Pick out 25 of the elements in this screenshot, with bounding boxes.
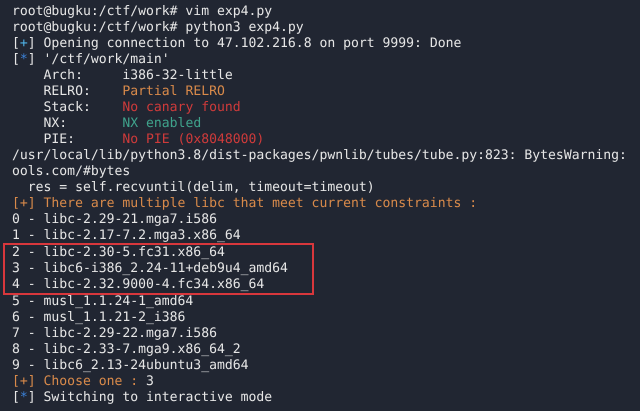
terminal-line: 1 - libc-2.17-7.2.mga3.x86_64	[12, 228, 241, 244]
terminal-line: [+] There are multiple libc that meet current constraints :	[12, 196, 478, 212]
terminal-line: root@bugku:/ctf/work# vim exp4.py	[12, 4, 272, 20]
terminal-line: 5 - musl_1.1.24-1_amd64	[12, 294, 194, 310]
terminal-line: 7 - libc-2.29-22.mga7.i586	[12, 326, 217, 342]
terminal-line: root@bugku:/ctf/work# python3 exp4.py	[12, 20, 304, 36]
terminal-line: 4 - libc-2.32.9000-4.fc34.x86_64	[12, 277, 264, 293]
terminal-line: ools.com/#bytes	[12, 164, 130, 180]
terminal-line: PIE: No PIE (0x8048000)	[42, 132, 264, 148]
terminal-line: 8 - libc-2.33-7.mga9.x86_64_2	[12, 342, 241, 358]
terminal-line: Stack: No canary found	[42, 100, 241, 116]
terminal-line: [+] Choose one : 3	[12, 374, 154, 390]
terminal-line: 9 - libc6_2.13-24ubuntu3_amd64	[12, 358, 248, 374]
terminal-line: 0 - libc-2.29-21.mga7.i586	[12, 212, 217, 228]
terminal-line: res = self.recvuntil(delim, timeout=timeout)	[26, 180, 375, 196]
terminal-line: 2 - libc-2.30-5.fc31.x86_64	[12, 245, 225, 261]
terminal-line: 3 - libc6-i386_2.24-11+deb9u4_amd64	[12, 261, 288, 277]
terminal-line: Arch: i386-32-little	[42, 68, 233, 84]
terminal-line: RELRO: Partial RELRO	[42, 84, 225, 100]
terminal-line: /usr/local/lib/python3.8/dist-packages/pwnlib/tubes/tube.py:823: BytesWarning:	[12, 148, 627, 164]
terminal-line: [+] Opening connection to 47.102.216.8 on port 9999: Done	[12, 36, 462, 52]
terminal-line: [*] Switching to interactive mode	[12, 390, 272, 406]
terminal-line: [*] '/ctf/work/main'	[12, 52, 170, 68]
terminal-line: NX: NX enabled	[42, 116, 202, 132]
terminal-line: 6 - musl_1.1.21-2_i386	[12, 310, 186, 326]
